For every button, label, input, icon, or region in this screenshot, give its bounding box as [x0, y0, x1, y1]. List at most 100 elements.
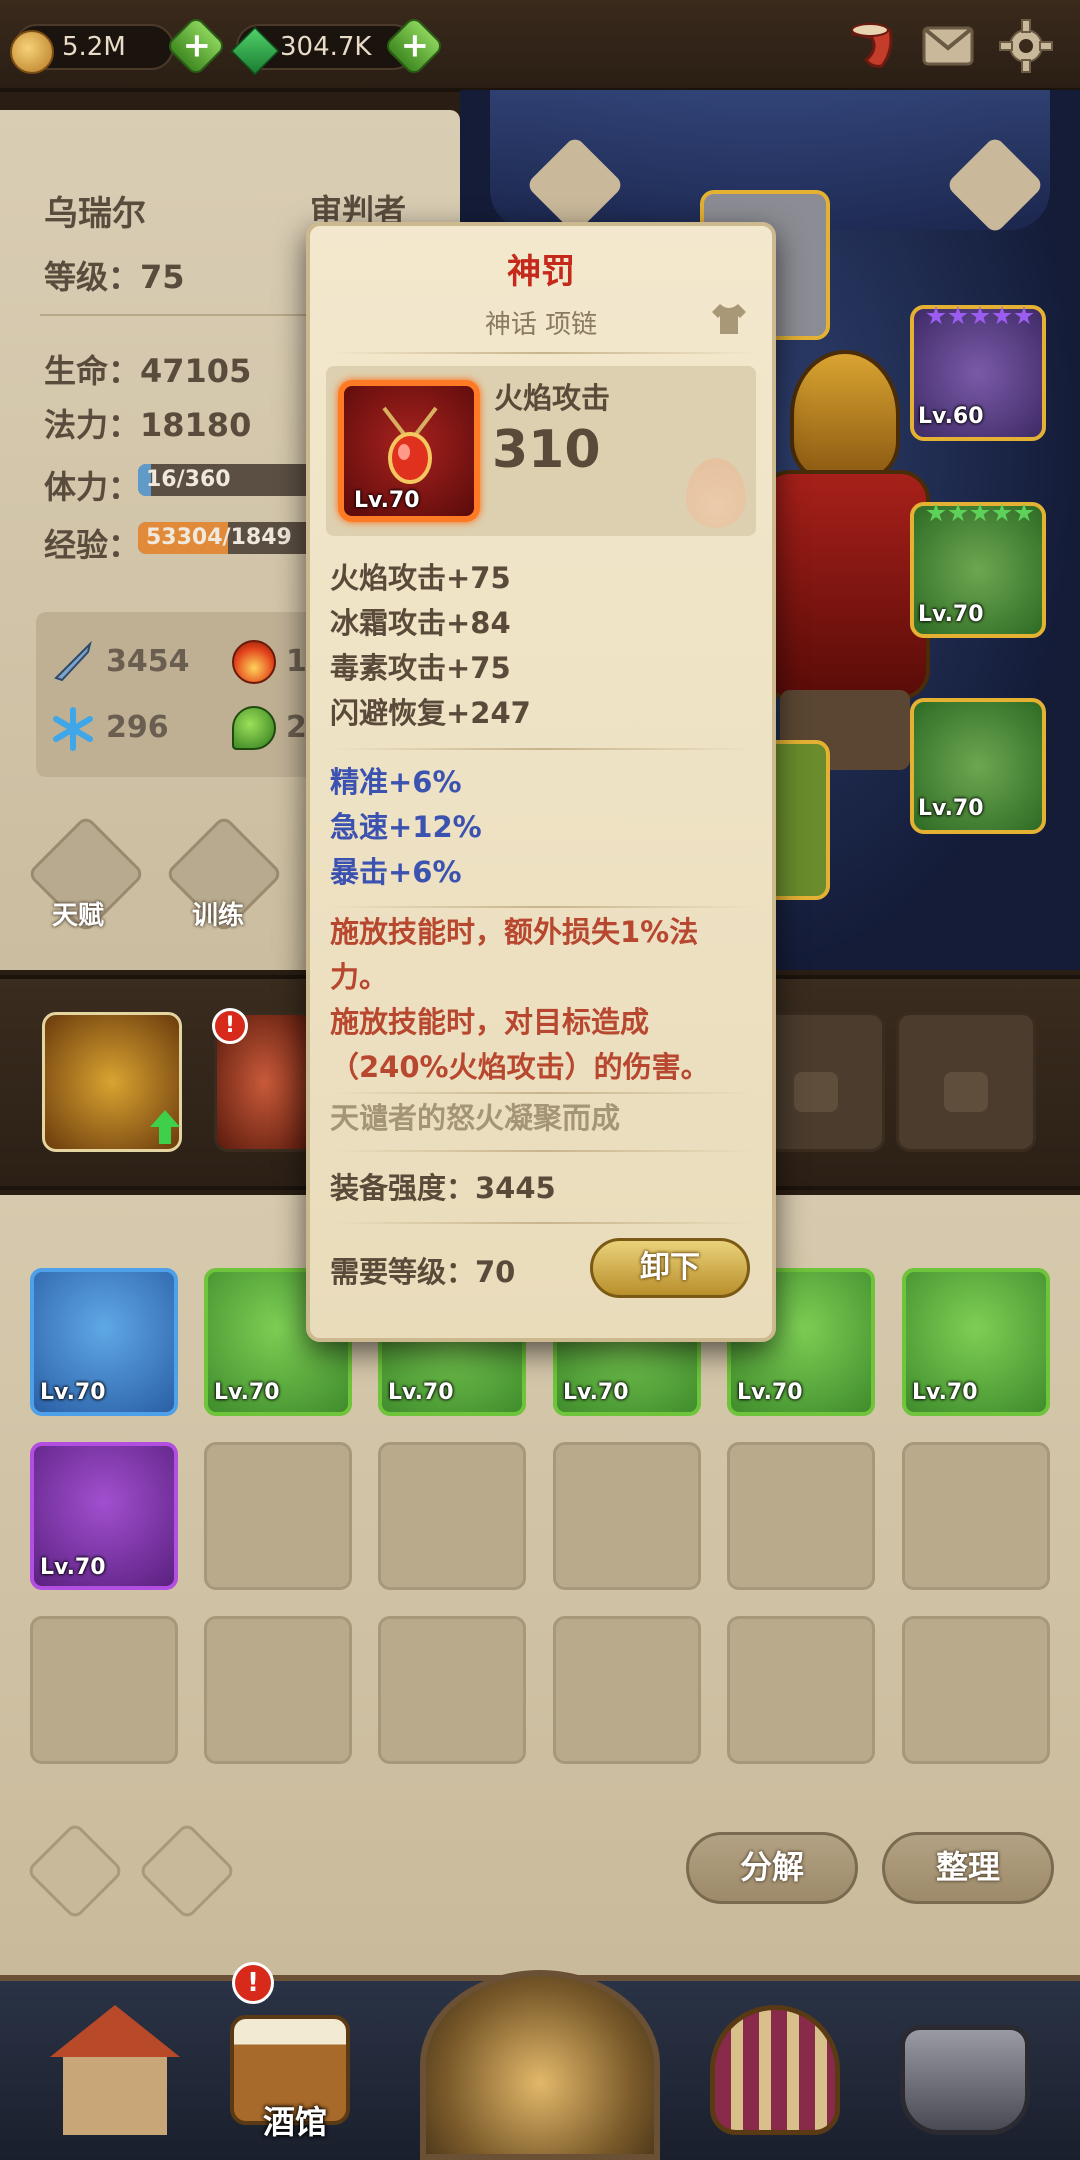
top-resource-bar: 5.2M + 304.7K +	[0, 0, 1080, 92]
inventory-empty-slot[interactable]	[727, 1616, 875, 1764]
tooltip-divider	[330, 748, 756, 750]
tavern-label: 酒馆	[262, 2103, 327, 2141]
equipment-power: 装备强度：3445	[330, 1171, 556, 1205]
inventory-empty-slot[interactable]	[378, 1616, 526, 1764]
star-icon	[926, 306, 946, 325]
decompose-button[interactable]: 分解	[686, 1832, 858, 1904]
fire-value: 1	[286, 644, 307, 679]
tooltip-divider	[330, 1150, 756, 1152]
nav-adventure-button[interactable]	[420, 1970, 660, 2160]
star-icon	[970, 503, 990, 522]
helmet-icon	[710, 2005, 840, 2135]
inventory-empty-slot[interactable]	[204, 1616, 352, 1764]
star-icon	[992, 503, 1012, 522]
star-icon	[970, 306, 990, 325]
special-effect-2: 施放技能时，对目标造成（240%火焰攻击）的伤害。	[330, 1005, 710, 1084]
hero-name: 乌瑞尔	[44, 194, 146, 234]
necklace-icon: Lv.70	[338, 380, 480, 522]
bonus-stat-1: 精准+6%	[330, 765, 462, 799]
fire-icon	[232, 640, 276, 684]
nav-forge-button[interactable]	[880, 1985, 1050, 2145]
base-stat-1: 火焰攻击+75	[330, 561, 511, 595]
inventory-empty-slot[interactable]	[378, 1442, 526, 1590]
ice-value: 296	[106, 710, 169, 745]
stamina-value: 16/360	[146, 467, 231, 492]
exp-value: 53304/1849	[146, 525, 292, 550]
settings-gear-icon[interactable]	[996, 16, 1056, 76]
item-header-box: Lv.70 火焰攻击 310	[326, 366, 756, 536]
inv-level-4: Lv.70	[563, 1380, 629, 1405]
hero-stamina-label: 体力：	[44, 468, 141, 506]
horn-icon[interactable]	[842, 16, 902, 76]
item-tooltip: 神罚 神话 项链 Lv.70 火焰攻击 310 火焰攻击+75 冰霜攻击+84 …	[306, 222, 776, 1342]
flame-watermark-icon	[686, 458, 746, 528]
sword-icon	[54, 640, 92, 682]
inv-level-5: Lv.70	[737, 1380, 803, 1405]
star-icon	[1014, 503, 1034, 522]
base-stat-3: 毒素攻击+75	[330, 651, 511, 685]
talent-label: 天赋	[52, 901, 105, 931]
sort-button[interactable]: 整理	[882, 1832, 1054, 1904]
inventory-empty-slot[interactable]	[902, 1442, 1050, 1590]
unequip-button[interactable]: 卸下	[590, 1238, 750, 1298]
lock-icon	[794, 1072, 838, 1112]
hero-level: 等级：75	[44, 258, 185, 296]
ring-level: Lv.60	[918, 404, 984, 429]
alert-mark: !	[224, 1013, 236, 1038]
inventory-empty-slot[interactable]	[727, 1442, 875, 1590]
book-level: Lv.70	[918, 796, 984, 821]
inventory-empty-slot[interactable]	[204, 1442, 352, 1590]
poison-icon	[232, 706, 276, 750]
inventory-empty-slot[interactable]	[30, 1616, 178, 1764]
tooltip-divider	[330, 1092, 756, 1094]
hero-exp-label: 经验：	[44, 526, 141, 564]
ice-icon	[53, 707, 93, 751]
base-stat-2: 冰霜攻击+84	[330, 606, 511, 640]
armor-level: Lv.70	[918, 602, 984, 627]
inventory-empty-slot[interactable]	[553, 1442, 701, 1590]
base-stat-4: 闪避恢复+247	[330, 696, 531, 730]
tooltip-divider	[330, 906, 756, 908]
inv-level-3: Lv.70	[388, 1380, 454, 1405]
inventory-empty-slot[interactable]	[902, 1616, 1050, 1764]
gold-coin-icon	[10, 30, 54, 74]
add-gold-button[interactable]: +	[164, 14, 228, 78]
alert-badge-icon: !	[212, 1008, 248, 1044]
inv-level-1: Lv.70	[40, 1380, 106, 1405]
house-icon	[50, 2005, 180, 2135]
item-name: 神罚	[507, 252, 575, 292]
lock-icon	[944, 1072, 988, 1112]
hero-mp: 法力：18180	[44, 406, 252, 444]
amulet-gem-icon	[382, 406, 438, 484]
poison-value: 2	[286, 710, 307, 745]
item-rarity-type: 神话 项链	[484, 310, 598, 340]
armor-stars	[912, 503, 1048, 525]
hero-helmet	[790, 350, 900, 480]
star-icon	[992, 306, 1012, 325]
special-effect-1: 施放技能时，额外损失1%法力。	[330, 915, 699, 994]
nav-tavern-button[interactable]: 酒馆	[210, 1985, 380, 2145]
train-label: 训练	[192, 901, 245, 931]
required-level: 需要等级：70	[330, 1255, 516, 1289]
forge-pot-icon	[900, 2025, 1030, 2135]
attack-value: 3454	[106, 644, 190, 679]
bonus-stat-3: 暴击+6%	[330, 855, 462, 889]
flavor-text: 天谴者的怒火凝聚而成	[330, 1101, 621, 1135]
nav-town-button[interactable]	[30, 1985, 200, 2145]
inventory-empty-slot[interactable]	[553, 1616, 701, 1764]
ring-stars	[912, 306, 1048, 328]
nav-arena-button[interactable]	[690, 1985, 860, 2145]
gold-amount: 5.2M	[62, 32, 126, 62]
main-stat-label: 火焰攻击	[494, 381, 611, 415]
inv-level-2: Lv.70	[214, 1380, 280, 1405]
gem-amount: 304.7K	[280, 32, 372, 62]
mail-icon[interactable]	[918, 16, 978, 76]
inv-level-6: Lv.70	[912, 1380, 978, 1405]
item-level: Lv.70	[354, 488, 420, 513]
tooltip-divider	[330, 352, 756, 354]
tavern-alert-mark: !	[247, 1968, 259, 1998]
shirt-icon[interactable]	[710, 302, 748, 336]
main-stat-value: 310	[492, 420, 601, 480]
alert-badge-icon: !	[232, 1962, 274, 2004]
hero-body	[760, 470, 930, 700]
